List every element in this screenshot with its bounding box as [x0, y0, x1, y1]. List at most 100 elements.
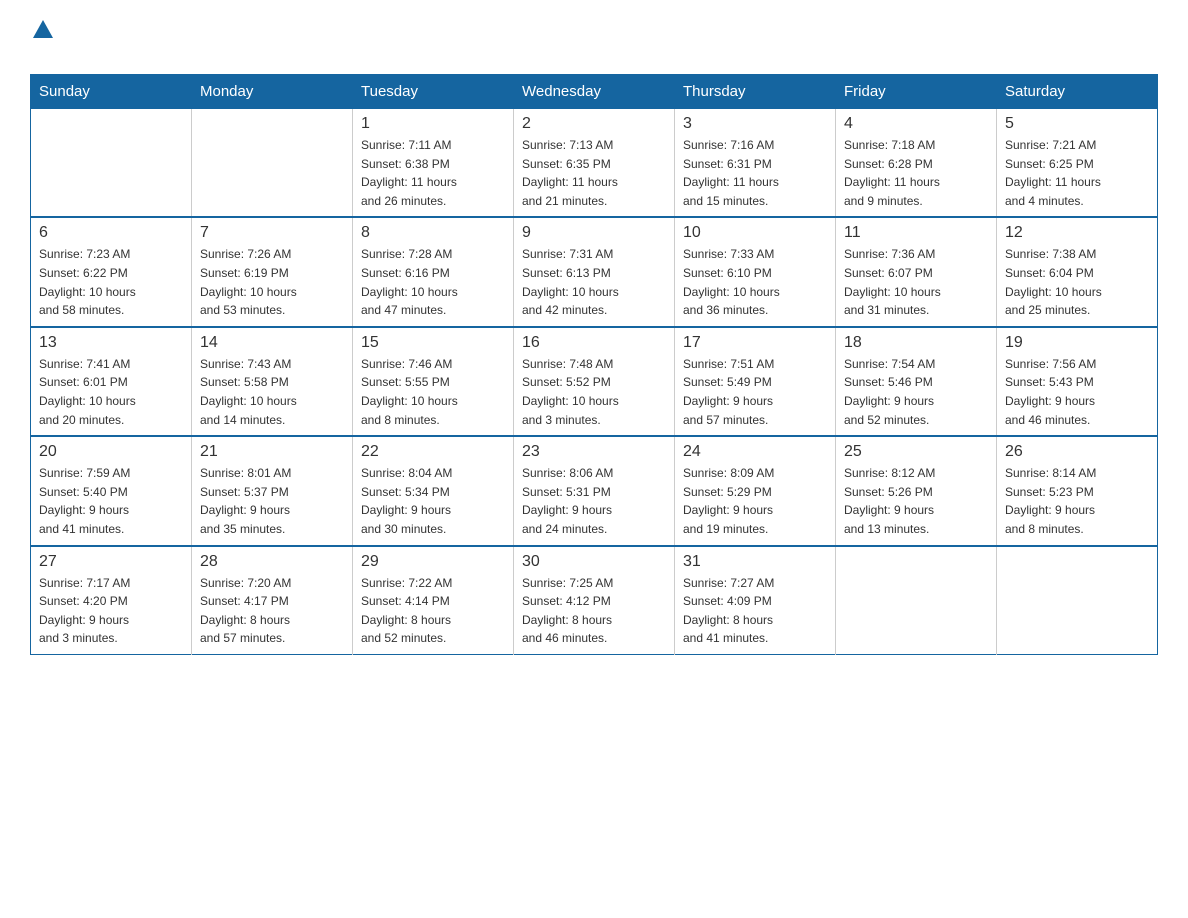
day-number: 20 [39, 443, 183, 461]
calendar-cell: 18 Sunrise: 7:54 AM Sunset: 5:46 PM Dayli… [836, 327, 997, 436]
day-info: Sunrise: 8:09 AM Sunset: 5:29 PM Dayligh… [683, 464, 827, 538]
day-info: Sunrise: 7:59 AM Sunset: 5:40 PM Dayligh… [39, 464, 183, 538]
day-number: 27 [39, 553, 183, 571]
day-number: 7 [200, 224, 344, 242]
day-number: 3 [683, 115, 827, 133]
calendar-cell: 1Sunrise: 7:11 AM Sunset: 6:38 PM Daylig… [353, 109, 514, 218]
logo-triangle-icon [33, 20, 53, 38]
calendar-cell: 2 Sunrise: 7:13 AM Sunset: 6:35 PM Daylig… [514, 109, 675, 218]
weekday-header-tuesday: Tuesday [353, 75, 514, 109]
day-number: 18 [844, 334, 988, 352]
day-info: Sunrise: 7:23 AM Sunset: 6:22 PM Dayligh… [39, 245, 183, 319]
day-info: Sunrise: 8:06 AM Sunset: 5:31 PM Dayligh… [522, 464, 666, 538]
day-number: 21 [200, 443, 344, 461]
weekday-header-friday: Friday [836, 75, 997, 109]
day-number: 16 [522, 334, 666, 352]
calendar-cell: 7 Sunrise: 7:26 AM Sunset: 6:19 PM Daylig… [192, 217, 353, 326]
calendar-cell: 4 Sunrise: 7:18 AM Sunset: 6:28 PM Daylig… [836, 109, 997, 218]
day-number: 6 [39, 224, 183, 242]
day-number: 9 [522, 224, 666, 242]
calendar-cell: 17 Sunrise: 7:51 AM Sunset: 5:49 PM Dayli… [675, 327, 836, 436]
day-number: 13 [39, 334, 183, 352]
calendar-week-row: 6 Sunrise: 7:23 AM Sunset: 6:22 PM Daylig… [31, 217, 1158, 326]
calendar-cell: 12 Sunrise: 7:38 AM Sunset: 6:04 PM Dayli… [997, 217, 1158, 326]
calendar-cell: 14 Sunrise: 7:43 AM Sunset: 5:58 PM Dayli… [192, 327, 353, 436]
calendar-cell: 9Sunrise: 7:31 AM Sunset: 6:13 PM Daylig… [514, 217, 675, 326]
day-info: Sunrise: 8:14 AM Sunset: 5:23 PM Dayligh… [1005, 464, 1149, 538]
calendar-cell [192, 109, 353, 218]
day-number: 28 [200, 553, 344, 571]
weekday-header-monday: Monday [192, 75, 353, 109]
calendar-cell: 28 Sunrise: 7:20 AM Sunset: 4:17 PM Dayli… [192, 546, 353, 655]
day-info: Sunrise: 7:51 AM Sunset: 5:49 PM Dayligh… [683, 355, 827, 429]
calendar-header-row: SundayMondayTuesdayWednesdayThursdayFrid… [31, 75, 1158, 109]
calendar-cell [31, 109, 192, 218]
weekday-header-thursday: Thursday [675, 75, 836, 109]
day-info: Sunrise: 7:16 AM Sunset: 6:31 PM Dayligh… [683, 136, 827, 210]
calendar-cell: 27 Sunrise: 7:17 AM Sunset: 4:20 PM Dayli… [31, 546, 192, 655]
day-number: 24 [683, 443, 827, 461]
calendar-cell: 23Sunrise: 8:06 AM Sunset: 5:31 PM Dayli… [514, 436, 675, 545]
day-info: Sunrise: 7:38 AM Sunset: 6:04 PM Dayligh… [1005, 245, 1149, 319]
day-info: Sunrise: 7:22 AM Sunset: 4:14 PM Dayligh… [361, 574, 505, 648]
calendar-week-row: 13 Sunrise: 7:41 AM Sunset: 6:01 PM Dayli… [31, 327, 1158, 436]
day-number: 17 [683, 334, 827, 352]
calendar-cell: 15Sunrise: 7:46 AM Sunset: 5:55 PM Dayli… [353, 327, 514, 436]
day-info: Sunrise: 7:11 AM Sunset: 6:38 PM Dayligh… [361, 136, 505, 210]
day-info: Sunrise: 7:13 AM Sunset: 6:35 PM Dayligh… [522, 136, 666, 210]
day-info: Sunrise: 7:18 AM Sunset: 6:28 PM Dayligh… [844, 136, 988, 210]
day-info: Sunrise: 8:12 AM Sunset: 5:26 PM Dayligh… [844, 464, 988, 538]
day-number: 4 [844, 115, 988, 133]
day-info: Sunrise: 7:26 AM Sunset: 6:19 PM Dayligh… [200, 245, 344, 319]
day-number: 25 [844, 443, 988, 461]
page-header [30, 20, 1158, 64]
day-info: Sunrise: 7:48 AM Sunset: 5:52 PM Dayligh… [522, 355, 666, 429]
calendar-cell: 11Sunrise: 7:36 AM Sunset: 6:07 PM Dayli… [836, 217, 997, 326]
day-number: 29 [361, 553, 505, 571]
calendar-week-row: 20 Sunrise: 7:59 AM Sunset: 5:40 PM Dayli… [31, 436, 1158, 545]
day-number: 12 [1005, 224, 1149, 242]
day-number: 19 [1005, 334, 1149, 352]
day-info: Sunrise: 8:04 AM Sunset: 5:34 PM Dayligh… [361, 464, 505, 538]
day-info: Sunrise: 7:41 AM Sunset: 6:01 PM Dayligh… [39, 355, 183, 429]
calendar-cell: 24 Sunrise: 8:09 AM Sunset: 5:29 PM Dayli… [675, 436, 836, 545]
day-info: Sunrise: 7:43 AM Sunset: 5:58 PM Dayligh… [200, 355, 344, 429]
calendar-cell: 21Sunrise: 8:01 AM Sunset: 5:37 PM Dayli… [192, 436, 353, 545]
day-info: Sunrise: 7:17 AM Sunset: 4:20 PM Dayligh… [39, 574, 183, 648]
day-number: 2 [522, 115, 666, 133]
day-info: Sunrise: 7:20 AM Sunset: 4:17 PM Dayligh… [200, 574, 344, 648]
calendar-cell: 8 Sunrise: 7:28 AM Sunset: 6:16 PM Daylig… [353, 217, 514, 326]
calendar-cell [836, 546, 997, 655]
day-number: 5 [1005, 115, 1149, 133]
calendar-cell: 29 Sunrise: 7:22 AM Sunset: 4:14 PM Dayli… [353, 546, 514, 655]
calendar-cell: 25 Sunrise: 8:12 AM Sunset: 5:26 PM Dayli… [836, 436, 997, 545]
calendar-cell: 22Sunrise: 8:04 AM Sunset: 5:34 PM Dayli… [353, 436, 514, 545]
day-info: Sunrise: 7:46 AM Sunset: 5:55 PM Dayligh… [361, 355, 505, 429]
calendar-week-row: 1Sunrise: 7:11 AM Sunset: 6:38 PM Daylig… [31, 109, 1158, 218]
weekday-header-sunday: Sunday [31, 75, 192, 109]
day-info: Sunrise: 7:54 AM Sunset: 5:46 PM Dayligh… [844, 355, 988, 429]
calendar-cell: 26 Sunrise: 8:14 AM Sunset: 5:23 PM Dayli… [997, 436, 1158, 545]
day-number: 11 [844, 224, 988, 242]
weekday-header-saturday: Saturday [997, 75, 1158, 109]
weekday-header-wednesday: Wednesday [514, 75, 675, 109]
calendar-cell: 10Sunrise: 7:33 AM Sunset: 6:10 PM Dayli… [675, 217, 836, 326]
day-info: Sunrise: 7:56 AM Sunset: 5:43 PM Dayligh… [1005, 355, 1149, 429]
calendar-cell: 31Sunrise: 7:27 AM Sunset: 4:09 PM Dayli… [675, 546, 836, 655]
day-info: Sunrise: 7:21 AM Sunset: 6:25 PM Dayligh… [1005, 136, 1149, 210]
day-info: Sunrise: 7:33 AM Sunset: 6:10 PM Dayligh… [683, 245, 827, 319]
calendar-cell: 20 Sunrise: 7:59 AM Sunset: 5:40 PM Dayli… [31, 436, 192, 545]
day-number: 14 [200, 334, 344, 352]
calendar-cell: 6 Sunrise: 7:23 AM Sunset: 6:22 PM Daylig… [31, 217, 192, 326]
day-info: Sunrise: 7:28 AM Sunset: 6:16 PM Dayligh… [361, 245, 505, 319]
logo [30, 20, 56, 64]
day-number: 31 [683, 553, 827, 571]
calendar-cell: 19 Sunrise: 7:56 AM Sunset: 5:43 PM Dayli… [997, 327, 1158, 436]
calendar-cell: 5 Sunrise: 7:21 AM Sunset: 6:25 PM Daylig… [997, 109, 1158, 218]
calendar-cell: 3 Sunrise: 7:16 AM Sunset: 6:31 PM Daylig… [675, 109, 836, 218]
calendar-cell: 13 Sunrise: 7:41 AM Sunset: 6:01 PM Dayli… [31, 327, 192, 436]
day-number: 8 [361, 224, 505, 242]
day-info: Sunrise: 7:25 AM Sunset: 4:12 PM Dayligh… [522, 574, 666, 648]
day-number: 26 [1005, 443, 1149, 461]
calendar-week-row: 27 Sunrise: 7:17 AM Sunset: 4:20 PM Dayli… [31, 546, 1158, 655]
